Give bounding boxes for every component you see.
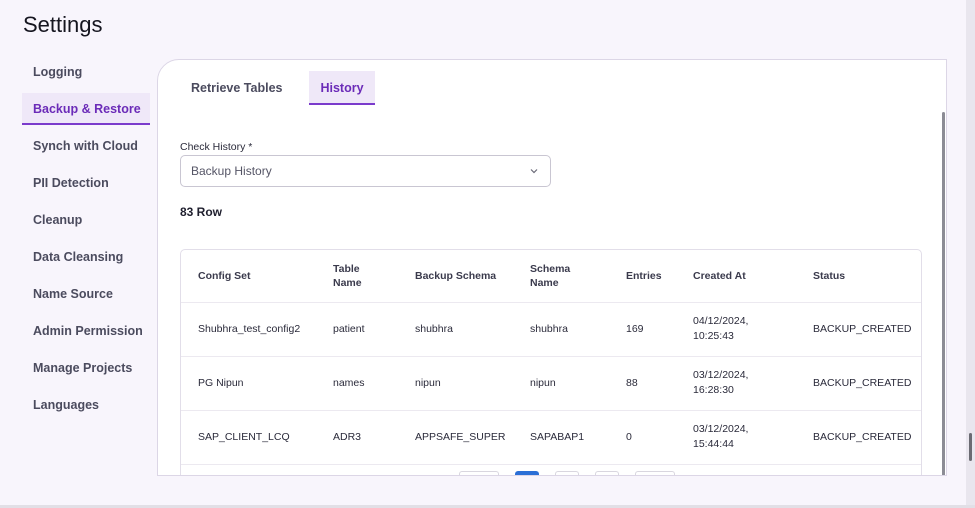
panel-scrollbar[interactable]: [942, 112, 945, 475]
cell-schema-name: nipun: [530, 356, 626, 411]
cell-status: BACKUP_CREATED: [813, 356, 921, 411]
table-header-row: Config Set Table Name Backup Schema Schem…: [181, 250, 921, 303]
page-title: Settings: [23, 12, 103, 37]
chevron-down-icon: [530, 169, 538, 174]
sidebar-item-manage-projects[interactable]: Manage Projects: [22, 352, 150, 384]
pagination-page-button[interactable]: [595, 471, 619, 475]
cell-backup-schema: APPSAFE_SUPER: [415, 410, 530, 465]
pagination-prev-button[interactable]: [459, 471, 499, 475]
sidebar-item-data-cleansing[interactable]: Data Cleansing: [22, 241, 150, 273]
page-scrollbar[interactable]: [969, 433, 972, 461]
column-header-table-name[interactable]: Table Name: [333, 250, 415, 303]
cell-created-at: 03/12/2024, 15:44:44: [693, 410, 813, 465]
column-header-schema-name[interactable]: Schema Name: [530, 250, 626, 303]
table-row[interactable]: Shubhra_test_config2 patient shubhra shu…: [181, 302, 921, 357]
table-row[interactable]: PG Nipun names nipun nipun 88 03/12/2024…: [181, 356, 921, 411]
sidebar-item-backup-restore[interactable]: Backup & Restore: [22, 93, 150, 125]
table-row[interactable]: SAP_CLIENT_LCQ ADR3 APPSAFE_SUPER SAPABA…: [181, 410, 921, 465]
cell-schema-name: SAPABAP1: [530, 410, 626, 465]
settings-sidebar: Logging Backup & Restore Synch with Clou…: [22, 56, 150, 426]
cell-entries: 0: [626, 410, 693, 465]
check-history-label: Check History *: [180, 141, 253, 153]
settings-page: Settings Logging Backup & Restore Synch …: [0, 0, 975, 508]
cell-status: BACKUP_CREATED: [813, 302, 921, 357]
sidebar-item-logging[interactable]: Logging: [22, 56, 150, 88]
cell-entries: 88: [626, 356, 693, 411]
cell-created-at: 04/12/2024, 10:25:43: [693, 302, 813, 357]
cell-config-set: PG Nipun: [181, 356, 333, 411]
column-header-backup-schema[interactable]: Backup Schema: [415, 250, 530, 303]
column-header-created-at[interactable]: Created At: [693, 250, 813, 303]
check-history-value: Backup History: [191, 164, 272, 178]
column-header-status[interactable]: Status: [813, 250, 921, 303]
check-history-select[interactable]: Backup History: [180, 155, 551, 187]
pagination: [459, 471, 691, 475]
tab-retrieve-tables[interactable]: Retrieve Tables: [180, 71, 293, 105]
pagination-next-button[interactable]: [635, 471, 675, 475]
cell-backup-schema: nipun: [415, 356, 530, 411]
sidebar-item-pii-detection[interactable]: PII Detection: [22, 167, 150, 199]
window-edge: [966, 0, 975, 508]
cell-table-name: names: [333, 356, 415, 411]
history-table: Config Set Table Name Backup Schema Schem…: [180, 249, 922, 475]
cell-config-set: Shubhra_test_config2: [181, 302, 333, 357]
sidebar-item-admin-permission[interactable]: Admin Permission: [22, 315, 150, 347]
tab-history[interactable]: History: [309, 71, 375, 105]
sidebar-item-cleanup[interactable]: Cleanup: [22, 204, 150, 236]
column-header-config-set[interactable]: Config Set: [181, 250, 333, 303]
sidebar-item-synch-with-cloud[interactable]: Synch with Cloud: [22, 130, 150, 162]
row-count: 83 Row: [180, 205, 223, 219]
cell-schema-name: shubhra: [530, 302, 626, 357]
tab-bar: Retrieve Tables History: [180, 71, 391, 105]
cell-created-at: 03/12/2024, 16:28:30: [693, 356, 813, 411]
cell-config-set: SAP_CLIENT_LCQ: [181, 410, 333, 465]
pagination-page-button[interactable]: [515, 471, 539, 475]
backup-restore-panel: Retrieve Tables History Check History * …: [157, 59, 947, 476]
cell-status: BACKUP_CREATED: [813, 410, 921, 465]
cell-backup-schema: shubhra: [415, 302, 530, 357]
column-header-entries[interactable]: Entries: [626, 250, 693, 303]
pagination-page-button[interactable]: [555, 471, 579, 475]
sidebar-item-languages[interactable]: Languages: [22, 389, 150, 421]
cell-entries: 169: [626, 302, 693, 357]
cell-table-name: patient: [333, 302, 415, 357]
cell-table-name: ADR3: [333, 410, 415, 465]
sidebar-item-name-source[interactable]: Name Source: [22, 278, 150, 310]
